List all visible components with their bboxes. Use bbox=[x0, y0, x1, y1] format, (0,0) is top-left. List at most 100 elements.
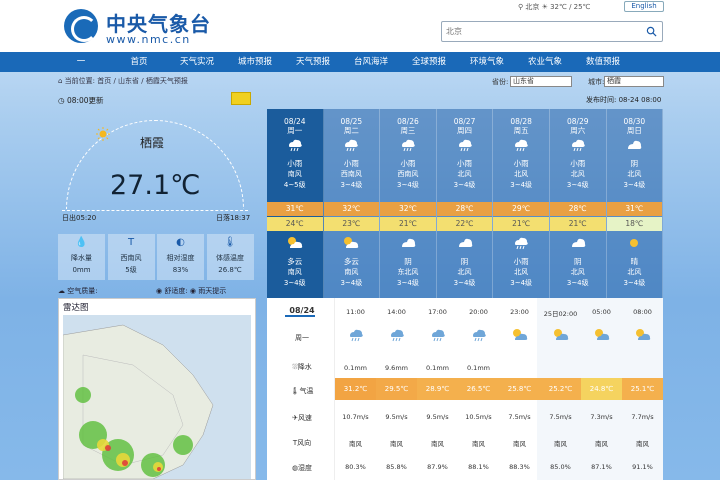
forecast-day-2[interactable]: 08/26 周三 小雨 西南风 3~4级 32℃ 21℃ 阴东北风 3~4级 bbox=[380, 109, 437, 298]
detail-label: 降水量 bbox=[71, 254, 92, 262]
high-temp: 32℃ bbox=[323, 202, 380, 216]
detail-label: 相对湿度 bbox=[166, 254, 195, 262]
nav-item-8[interactable]: 农业气象 bbox=[516, 52, 574, 72]
nav-item-2[interactable]: 天气实况 bbox=[168, 52, 226, 72]
nav-item-6[interactable]: 全球预报 bbox=[400, 52, 458, 72]
humidity-row-label: ◍湿度 bbox=[271, 463, 333, 473]
detail-value: 26.8℃ bbox=[218, 266, 242, 274]
forecast-week: 周四 bbox=[457, 126, 473, 135]
forecast-date: 08/27 bbox=[453, 117, 476, 126]
forecast-week: 周三 bbox=[400, 126, 416, 135]
day-weather: 小雨 bbox=[287, 159, 303, 168]
nav-item-1[interactable]: 首页 bbox=[110, 52, 168, 72]
hour-wind-speed: 10.5m/s bbox=[465, 413, 492, 421]
day-wind: 北风 bbox=[514, 170, 529, 178]
night-weather-icon bbox=[630, 239, 639, 247]
hour-temp: 31.2℃ bbox=[335, 378, 376, 400]
hour-weather-cell bbox=[417, 328, 458, 342]
night-weather: 晴 bbox=[630, 257, 639, 266]
night-weather-icon bbox=[401, 238, 416, 247]
precip-row-label: ⛆降水 bbox=[271, 362, 333, 372]
warning-icon[interactable] bbox=[231, 92, 251, 105]
forecast-day-6[interactable]: 08/30 周日阴北风 3~4级 31℃ 18℃ 晴北风 3~4级 bbox=[606, 109, 664, 298]
nav-item-7[interactable]: 环境气象 bbox=[458, 52, 516, 72]
hour-time: 17:00 bbox=[428, 308, 447, 316]
day-wind-level: 3~4级 bbox=[397, 181, 419, 189]
hour-humidity: 85.8% bbox=[386, 463, 407, 471]
night-wind: 北风 bbox=[570, 268, 585, 276]
hour-temp: 25.2℃ bbox=[540, 378, 581, 400]
forecast-date: 08/30 bbox=[623, 117, 646, 126]
hour-humidity: 87.1% bbox=[591, 463, 612, 471]
publish-time: 发布时间: 08-24 08:00 bbox=[586, 96, 662, 104]
hour-humidity: 91.1% bbox=[632, 463, 653, 471]
forecast-day-1[interactable]: 08/25 周二 小雨 西南风 3~4级 32℃ 23℃ 多云 南风 3~4级 bbox=[323, 109, 381, 298]
day-wind: 南风 bbox=[287, 170, 302, 178]
air-quality[interactable]: ☁ 空气质量: bbox=[58, 286, 98, 296]
night-wind: 北风 bbox=[514, 268, 529, 276]
breadcrumb[interactable]: ⌂ 当前位置: 首页 / 山东省 / 栖霞天气预报 bbox=[58, 76, 188, 86]
hour-wind-speed: 10.7m/s bbox=[342, 413, 369, 421]
day-weather: 小雨 bbox=[400, 159, 416, 168]
day-weather-icon bbox=[401, 139, 415, 152]
low-temp: 22℃ bbox=[436, 217, 493, 231]
forecast-day-5[interactable]: 08/29 周六 小雨 北风 3~4级 28℃ 21℃ 阴北风 3~4级 bbox=[550, 109, 607, 298]
site-url: www.nmc.cn bbox=[106, 33, 191, 46]
night-weather: 阴 bbox=[404, 257, 412, 266]
sunrise-time: 日出05:20 bbox=[62, 214, 97, 222]
night-wind-level: 3~4级 bbox=[397, 279, 419, 287]
search-input[interactable] bbox=[446, 25, 636, 38]
nav-item-3[interactable]: 城市预报 bbox=[226, 52, 284, 72]
comfort-links[interactable]: ◉ 舒适度: ◉ 雨天提示 bbox=[156, 286, 226, 296]
day-wind-level: 3~4级 bbox=[510, 181, 533, 189]
wind-dir-label: 风向 bbox=[297, 439, 312, 447]
radar-map[interactable] bbox=[63, 315, 251, 479]
detail-box-3: 🌡 体感温度 26.8℃ bbox=[206, 234, 254, 280]
english-link[interactable]: English bbox=[624, 1, 664, 12]
day-weather-icon bbox=[628, 140, 642, 149]
cma-logo[interactable] bbox=[64, 9, 98, 43]
hour-humidity: 87.9% bbox=[427, 463, 448, 471]
hour-weather-icon bbox=[431, 329, 445, 342]
night-wind: 南风 bbox=[344, 268, 359, 276]
hour-wind-speed: 7.7m/s bbox=[631, 413, 654, 421]
day-weather-icon bbox=[345, 139, 359, 152]
hour-weather-icon bbox=[635, 329, 650, 340]
nav-item-9[interactable]: 数值预报 bbox=[574, 52, 632, 72]
hour-wind-dir: 南风 bbox=[390, 440, 403, 448]
hourly-grid: 11:00 0.1mm 31.2℃ 10.7m/s 南风 80.3% 14:00 9.6mm 2… bbox=[335, 298, 663, 480]
hour-weather-cell bbox=[499, 328, 540, 342]
day-wind-level: 4~5级 bbox=[283, 181, 306, 189]
hourly-label-column: 08/24 周一 ⛆降水 🌡气温 ✈风速 T风向 ◍湿度 bbox=[267, 298, 335, 480]
detail-box-2: ◐ 相对湿度 83% bbox=[157, 234, 204, 280]
search-box[interactable] bbox=[441, 21, 663, 42]
hour-time: 08:00 bbox=[633, 308, 652, 316]
city-select[interactable]: 栖霞 bbox=[604, 76, 664, 87]
forecast-day-0[interactable]: 08/24 周一 小雨 南风 4~5级 31℃ 24℃ 多云 南风 3~4级 bbox=[267, 109, 324, 298]
nav-item-4[interactable]: 天气预报 bbox=[284, 52, 342, 72]
detail-label: 体感温度 bbox=[216, 254, 244, 262]
province-select[interactable]: 山东省 bbox=[510, 76, 572, 87]
search-icon[interactable] bbox=[646, 26, 657, 37]
hourly-week: 周一 bbox=[295, 334, 309, 342]
hour-temp: 24.8℃ bbox=[581, 378, 622, 400]
province-label: 省份: bbox=[492, 78, 509, 86]
low-temp: 21℃ bbox=[493, 217, 549, 231]
site-header: 中央气象台 www.nmc.cn ⚲ 北京 ☀ 32℃ / 25℃ Englis… bbox=[0, 0, 720, 52]
day-wind: 北风 bbox=[627, 170, 642, 178]
hour-time: 25日02:00 bbox=[543, 310, 578, 318]
day-wind: 西南风 bbox=[340, 170, 362, 178]
hour-temp: 25.1℃ bbox=[622, 378, 663, 400]
night-weather-icon bbox=[458, 238, 472, 247]
night-weather-icon bbox=[515, 237, 528, 250]
radar-panel[interactable]: 雷达图 bbox=[58, 298, 256, 480]
hour-wind-speed: 7.3m/s bbox=[590, 413, 613, 421]
hour-precip: 0.1mm bbox=[466, 364, 490, 372]
nav-item-0[interactable]: 一 bbox=[52, 52, 110, 72]
temp-row-label: 🌡气温 bbox=[271, 386, 333, 396]
forecast-day-3[interactable]: 08/27 周四 小雨 北风 3~4级 28℃ 22℃ 阴北风 3~4级 bbox=[436, 109, 494, 298]
forecast-day-4[interactable]: 08/28 周五 小雨 北风 3~4级 29℃ 21℃ 小雨 北风 3~4级 bbox=[493, 109, 550, 298]
day-weather: 小雨 bbox=[343, 159, 359, 168]
humidity-icon: ◐ bbox=[176, 237, 185, 248]
nav-item-5[interactable]: 台风海洋 bbox=[342, 52, 400, 72]
